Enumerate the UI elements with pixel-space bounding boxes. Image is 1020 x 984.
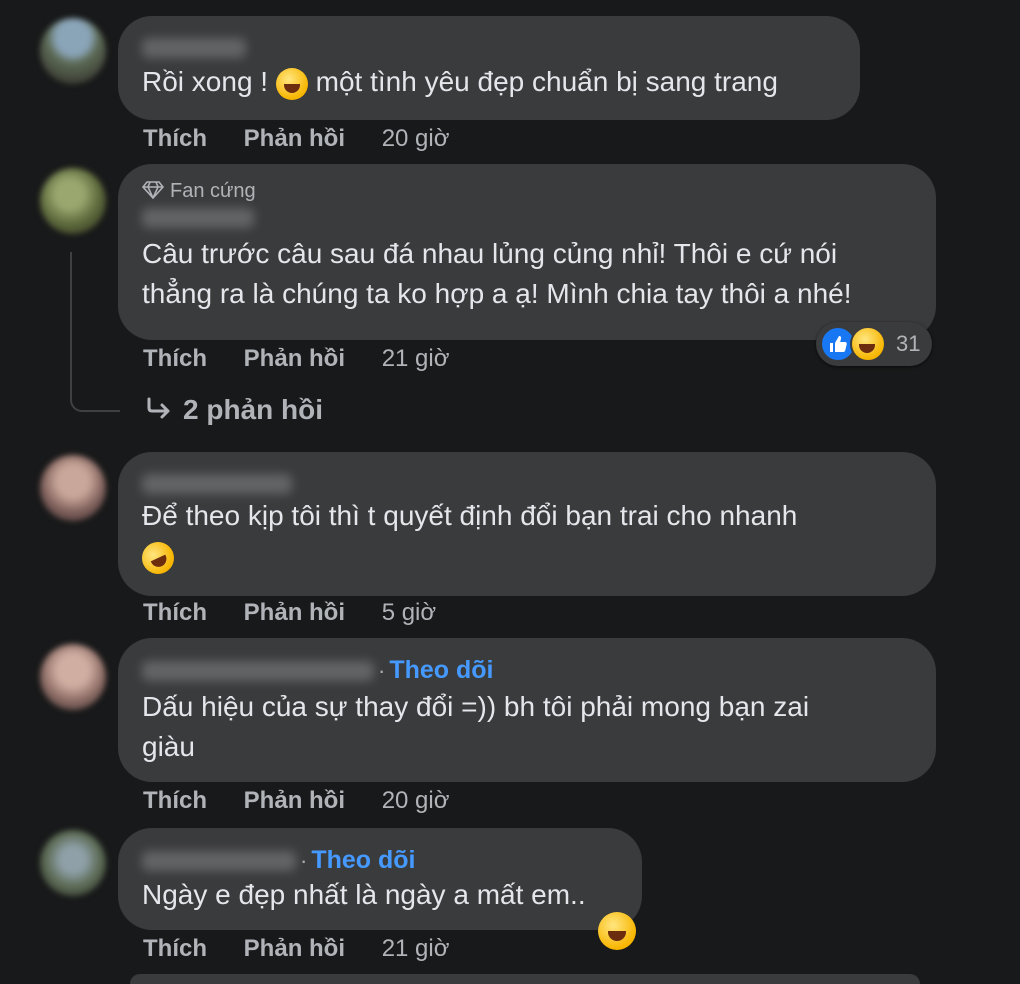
timestamp[interactable]: 21 giờ xyxy=(382,345,450,372)
view-replies-button[interactable]: 2 phản hồi xyxy=(145,392,323,430)
avatar[interactable] xyxy=(40,644,106,710)
comment-text: Để theo kịp tôi thì t quyết định đổi bạn… xyxy=(142,500,798,531)
comment-text: Ngày e đẹp nhất là ngày a mất em.. xyxy=(142,879,586,910)
comment-actions: Thích Phản hồi 21 giờ xyxy=(143,934,449,964)
laughing-emoji-icon xyxy=(275,67,308,100)
next-comment-edge xyxy=(130,974,920,984)
reply-button[interactable]: Phản hồi xyxy=(244,345,345,372)
author-name[interactable] xyxy=(142,208,254,229)
comment-actions: Thích Phản hồi 5 giờ xyxy=(143,598,436,628)
like-button[interactable]: Thích xyxy=(143,125,207,152)
reply-button[interactable]: Phản hồi xyxy=(244,125,345,152)
reply-button[interactable]: Phản hồi xyxy=(244,787,345,814)
reaction-count: 31 xyxy=(896,331,921,356)
reply-button[interactable]: Phản hồi xyxy=(244,599,345,626)
grinning-squint-emoji-icon xyxy=(598,912,636,950)
badge-label: Fan cứng xyxy=(170,180,256,202)
comment-actions: Thích Phản hồi 20 giờ xyxy=(143,124,449,154)
comment-bubble: · Theo dõi Dấu hiệu của sự thay đổi =)) b… xyxy=(118,638,936,782)
timestamp[interactable]: 21 giờ xyxy=(382,935,450,962)
comment-bubble: Để theo kịp tôi thì t quyết định đổi bạn… xyxy=(118,452,936,596)
comment-text: Câu trước câu sau đá nhau lủng củng nhỉ!… xyxy=(142,238,852,310)
reaction-summary[interactable]: 31 xyxy=(816,322,932,366)
avatar[interactable] xyxy=(40,168,106,234)
reply-button[interactable]: Phản hồi xyxy=(244,935,345,962)
separator-dot: · xyxy=(378,657,386,683)
avatar[interactable] xyxy=(40,455,106,521)
avatar[interactable] xyxy=(40,18,106,84)
like-button[interactable]: Thích xyxy=(143,787,207,814)
author-name[interactable] xyxy=(142,38,246,58)
follow-button[interactable]: Theo dõi xyxy=(311,846,415,874)
comment-text: Dấu hiệu của sự thay đổi =)) bh tôi phải… xyxy=(142,691,810,762)
avatar[interactable] xyxy=(40,830,106,896)
like-button[interactable]: Thích xyxy=(143,935,207,962)
separator-dot: · xyxy=(300,847,308,873)
replies-label: 2 phản hồi xyxy=(183,394,323,425)
comment-actions: Thích Phản hồi 20 giờ xyxy=(143,786,449,816)
author-name[interactable] xyxy=(142,474,292,494)
author-name[interactable] xyxy=(142,660,374,681)
comment-bubble: Rồi xong ! một tình yêu đẹp chuẩn bị san… xyxy=(118,16,860,120)
comment-bubble: Fan cứng Câu trước câu sau đá nhau lủng … xyxy=(118,164,936,340)
comment-text: Rồi xong ! một tình yêu đẹp chuẩn bị san… xyxy=(142,62,836,102)
reply-arrow-icon xyxy=(145,394,173,430)
thread-line xyxy=(70,252,120,412)
comment-actions: Thích Phản hồi 21 giờ xyxy=(143,344,449,374)
like-button[interactable]: Thích xyxy=(143,345,207,372)
timestamp[interactable]: 20 giờ xyxy=(382,787,450,814)
timestamp[interactable]: 20 giờ xyxy=(382,125,450,152)
timestamp[interactable]: 5 giờ xyxy=(382,599,436,626)
comment-bubble: · Theo dõi Ngày e đẹp nhất là ngày a mất … xyxy=(118,828,642,930)
like-button[interactable]: Thích xyxy=(143,599,207,626)
haha-icon xyxy=(850,326,886,362)
author-name[interactable] xyxy=(142,850,296,871)
rofl-emoji-icon xyxy=(136,536,180,580)
fan-badge: Fan cứng xyxy=(141,164,912,204)
follow-button[interactable]: Theo dõi xyxy=(389,656,493,684)
diamond-icon xyxy=(141,181,165,204)
